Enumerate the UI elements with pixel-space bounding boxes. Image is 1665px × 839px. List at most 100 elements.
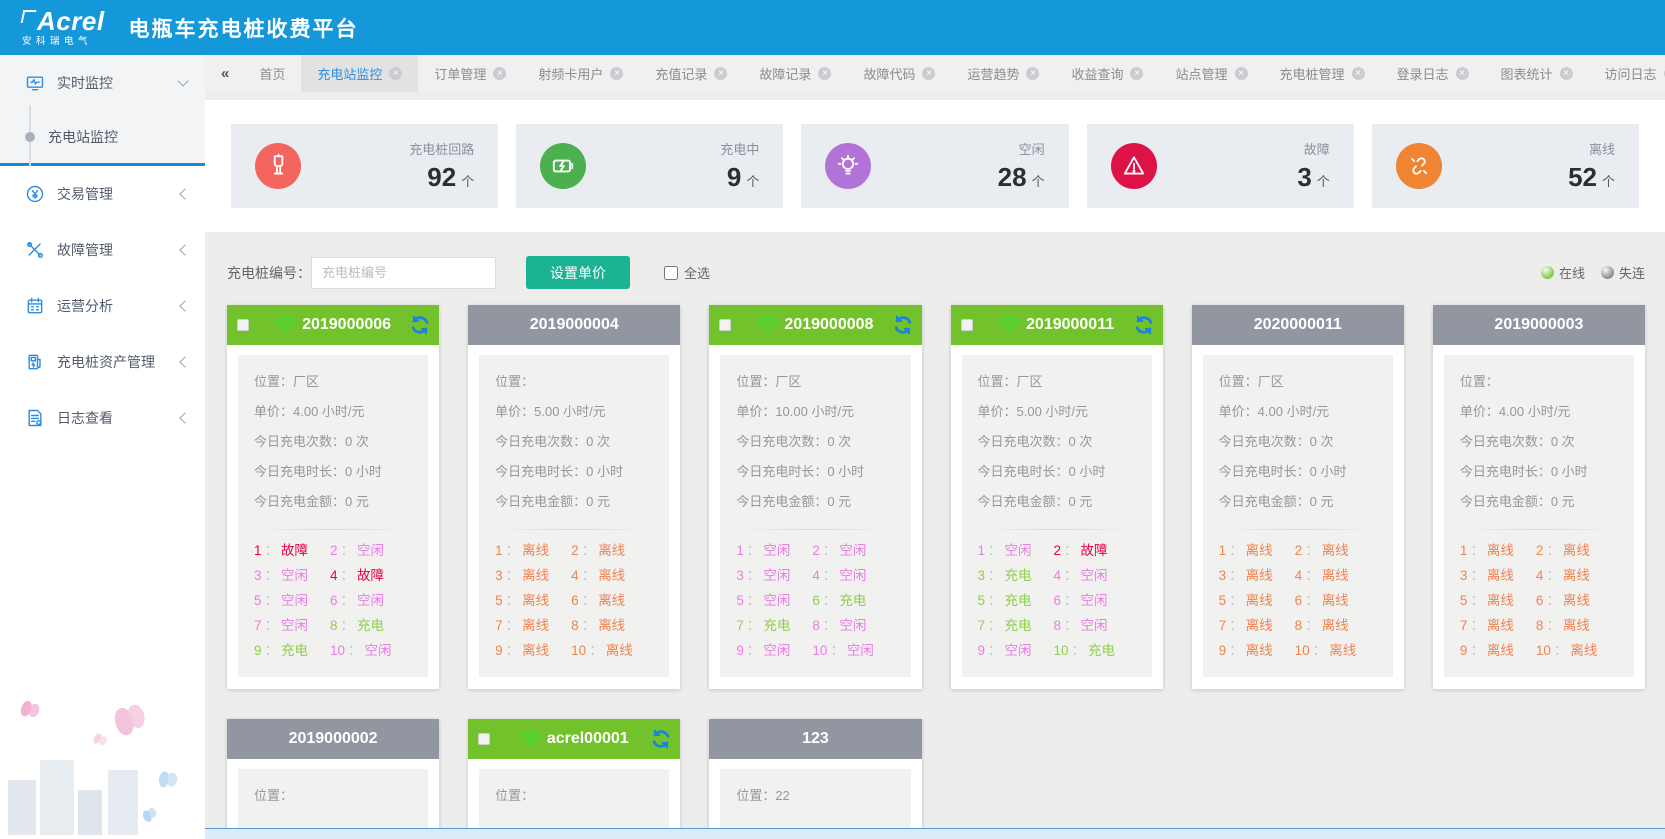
tab-close-icon[interactable]: ×	[493, 67, 506, 80]
stat-label: 充电桩回路	[409, 139, 474, 158]
pile-card-123: 123位置：22	[709, 719, 921, 839]
sidebar-item-交易管理[interactable]: 交易管理	[0, 166, 205, 222]
pile-select-checkbox[interactable]	[719, 319, 731, 331]
refresh-icon[interactable]	[650, 728, 672, 750]
port-status: 5：离线	[1219, 588, 1273, 613]
stat-value: 92个	[409, 162, 474, 193]
pile-info-row: 今日充电金额：0 元	[736, 487, 894, 517]
pile-info-row: 今日充电次数：0 次	[736, 427, 894, 457]
chevron-left-icon	[179, 244, 190, 255]
pile-info-row: 位置：	[1460, 367, 1618, 397]
sidebar-item-故障管理[interactable]: 故障管理	[0, 222, 205, 278]
log-document-icon	[25, 408, 45, 428]
sidebar-section-日志查看: 日志查看	[0, 390, 205, 446]
tab-close-icon[interactable]: ×	[1560, 67, 1573, 80]
port-status: 5：离线	[1460, 588, 1514, 613]
tab-bar: « 首页充电站监控×订单管理×射频卡用户×充值记录×故障记录×故障代码×运营趋势…	[205, 55, 1665, 92]
sidebar: 实时监控充电站监控交易管理故障管理运营分析充电桩资产管理日志查看	[0, 55, 205, 839]
port-status: 3：空闲	[254, 563, 308, 588]
sidebar-item-运营分析[interactable]: 运营分析	[0, 278, 205, 334]
port-status: 10：充电	[1054, 638, 1116, 663]
sidebar-item-日志查看[interactable]: 日志查看	[0, 390, 205, 446]
port-status: 6：离线	[1536, 588, 1598, 613]
tab-label: 登录日志	[1397, 64, 1449, 83]
pile-card-header: 2019000011	[951, 305, 1163, 345]
port-status-list: 1：离线2：离线3：离线4：离线5：离线6：离线7：离线8：离线9：离线10：离…	[1219, 538, 1377, 663]
sidebar-item-实时监控[interactable]: 实时监控	[0, 55, 205, 111]
pile-id: 2019000008	[784, 316, 873, 334]
pile-info-row: 今日充电金额：0 元	[978, 487, 1136, 517]
pile-select-checkbox[interactable]	[237, 319, 249, 331]
tab-首页[interactable]: 首页	[243, 55, 301, 92]
select-all-checkbox[interactable]	[664, 266, 678, 280]
stat-card-故障: 故障3个	[1087, 124, 1354, 208]
tab-射频卡用户[interactable]: 射频卡用户×	[522, 55, 639, 92]
sidebar-subitem-充电站监控[interactable]: 充电站监控	[0, 111, 205, 163]
tab-运营趋势[interactable]: 运营趋势×	[951, 55, 1055, 92]
collapse-tabs-button[interactable]: «	[205, 55, 243, 92]
pile-select-checkbox[interactable]	[961, 319, 973, 331]
refresh-icon[interactable]	[892, 314, 914, 336]
pile-card-grid: 2019000006位置：厂区单价：4.00 小时/元今日充电次数：0 次今日充…	[205, 303, 1665, 689]
tab-close-icon[interactable]: ×	[922, 67, 935, 80]
pile-card-header: 123	[709, 719, 921, 759]
port-status-list: 1：空闲2：空闲3：空闲4：空闲5：空闲6：充电7：充电8：空闲9：空闲10：空…	[736, 538, 894, 663]
tab-close-icon[interactable]: ×	[1456, 67, 1469, 80]
tab-登录日志[interactable]: 登录日志 ×	[1381, 55, 1485, 92]
pile-id: 2019000002	[289, 730, 378, 748]
port-status: 1：离线	[1219, 538, 1273, 563]
tab-label: 站点管理	[1175, 64, 1227, 83]
pile-info-row: 今日充电次数：0 次	[1219, 427, 1377, 457]
chevron-left-icon	[179, 188, 190, 199]
pile-card-2019000004: 2019000004位置：单价：5.00 小时/元今日充电次数：0 次今日充电时…	[468, 305, 680, 689]
port-status: 4：故障	[330, 563, 392, 588]
wifi-icon	[275, 316, 297, 334]
port-status: 10：空闲	[812, 638, 874, 663]
wifi-icon	[520, 730, 542, 748]
sidebar-item-充电桩资产管理[interactable]: 充电桩资产管理	[0, 334, 205, 390]
pile-id: 2019000006	[302, 316, 391, 334]
tab-close-icon[interactable]: ×	[1026, 67, 1039, 80]
sidebar-item-label: 运营分析	[57, 296, 181, 316]
port-status: 2：离线	[571, 538, 633, 563]
port-status-list: 1：空闲2：故障3：充电4：空闲5：充电6：空闲7：充电8：空闲9：空闲10：充…	[978, 538, 1136, 663]
refresh-icon[interactable]	[409, 314, 431, 336]
refresh-icon[interactable]	[1133, 314, 1155, 336]
pile-select-checkbox[interactable]	[478, 733, 490, 745]
charging-pile-icon	[25, 352, 45, 372]
tab-close-icon[interactable]: ×	[1130, 67, 1143, 80]
legend-item-在线: 在线	[1541, 263, 1585, 282]
tab-订单管理[interactable]: 订单管理×	[418, 55, 522, 92]
tab-故障代码[interactable]: 故障代码×	[847, 55, 951, 92]
pile-info-row: 位置：	[495, 781, 653, 811]
tab-close-icon[interactable]: ×	[389, 67, 402, 80]
port-status: 10：离线	[1295, 638, 1357, 663]
divider	[256, 529, 410, 530]
stat-unit: 个	[461, 174, 474, 189]
tab-收益查询[interactable]: 收益查询×	[1055, 55, 1159, 92]
pile-info-row: 单价：10.00 小时/元	[736, 397, 894, 427]
port-status: 10：离线	[571, 638, 633, 663]
tab-站点管理[interactable]: 站点管理 ×	[1159, 55, 1263, 92]
pile-info-row: 今日充电次数：0 次	[978, 427, 1136, 457]
tab-close-icon[interactable]: ×	[1235, 67, 1248, 80]
tab-图表统计[interactable]: 图表统计×	[1485, 55, 1589, 92]
tab-close-icon[interactable]: ×	[714, 67, 727, 80]
tab-充值记录[interactable]: 充值记录×	[639, 55, 743, 92]
port-status: 5：离线	[495, 588, 549, 613]
bulb-icon	[825, 143, 871, 189]
logo-sub-text: 安科瑞电气	[22, 37, 105, 47]
tab-访问日志[interactable]: 访问日志×	[1589, 55, 1665, 92]
watermark-decoration	[0, 685, 205, 835]
tab-故障记录[interactable]: 故障记录×	[743, 55, 847, 92]
tab-充电站监控[interactable]: 充电站监控×	[301, 55, 418, 92]
port-status: 7：离线	[495, 613, 549, 638]
sidebar-section-运营分析: 运营分析	[0, 278, 205, 334]
tab-充电桩管理[interactable]: 充电桩管理×	[1264, 55, 1381, 92]
tab-close-icon[interactable]: ×	[1352, 67, 1365, 80]
tab-close-icon[interactable]: ×	[818, 67, 831, 80]
port-status: 5：充电	[978, 588, 1032, 613]
pile-number-input[interactable]	[311, 257, 496, 289]
set-price-button[interactable]: 设置单价	[526, 256, 630, 289]
tab-close-icon[interactable]: ×	[610, 67, 623, 80]
